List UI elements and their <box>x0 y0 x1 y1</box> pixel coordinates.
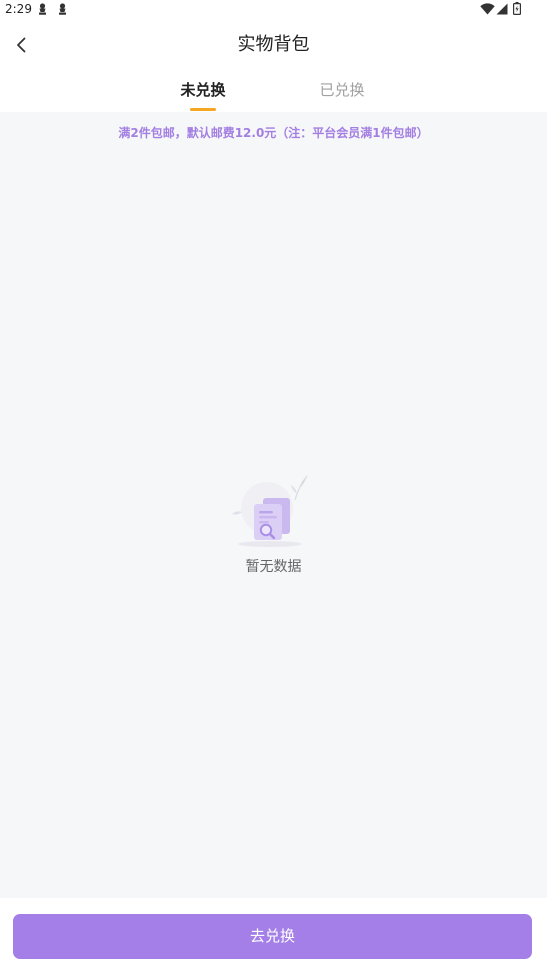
tab-unexchanged[interactable]: 未兑换 <box>158 80 248 100</box>
battery-icon <box>513 2 521 15</box>
empty-state-text: 暂无数据 <box>245 559 302 575</box>
status-bar: 2:29 <box>0 0 547 20</box>
wifi-icon <box>480 3 495 15</box>
app-notification-icon <box>39 3 46 15</box>
empty-document-search-icon <box>232 475 308 547</box>
signal-icon <box>496 3 508 15</box>
exchange-button[interactable]: 去兑换 <box>13 914 532 959</box>
status-time: 2:29 <box>5 2 32 16</box>
exchange-tabs: 未兑换 已兑换 <box>0 70 547 112</box>
active-tab-indicator <box>190 108 216 111</box>
footer-bar: 去兑换 <box>0 898 547 977</box>
content-area: 满2件包邮，默认邮费12.0元（注：平台会员满1件包邮） 暂无数据 <box>0 112 547 898</box>
tab-exchanged[interactable]: 已兑换 <box>297 80 387 100</box>
app-notification-icon <box>59 3 66 15</box>
nav-header: 实物背包 <box>0 22 547 68</box>
app-screen: 2:29 实物背包 未兑换 已兑换 满2件包邮，默认邮费12.0元（注：平台会员… <box>0 0 547 977</box>
shipping-notice: 满2件包邮，默认邮费12.0元（注：平台会员满1件包邮） <box>118 126 429 140</box>
page-title: 实物背包 <box>237 34 310 55</box>
